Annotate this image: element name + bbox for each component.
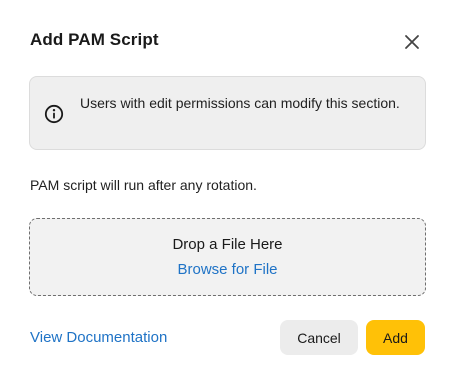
dialog-title: Add PAM Script [30, 30, 159, 49]
file-dropzone[interactable]: Drop a File Here Browse for File [29, 218, 426, 296]
description-text: PAM script will run after any rotation. [30, 177, 257, 193]
close-icon [405, 35, 419, 49]
info-banner: Users with edit permissions can modify t… [29, 76, 426, 150]
view-documentation-link[interactable]: View Documentation [30, 329, 167, 346]
info-icon [44, 104, 64, 124]
cancel-button[interactable]: Cancel [280, 320, 358, 355]
dropzone-title: Drop a File Here [172, 236, 283, 253]
close-button[interactable] [400, 30, 424, 54]
info-banner-text: Users with edit permissions can modify t… [80, 95, 400, 111]
browse-for-file-link[interactable]: Browse for File [30, 261, 425, 278]
add-pam-script-dialog: Add PAM Script Users with edit permissio… [0, 0, 454, 384]
add-button[interactable]: Add [366, 320, 425, 355]
